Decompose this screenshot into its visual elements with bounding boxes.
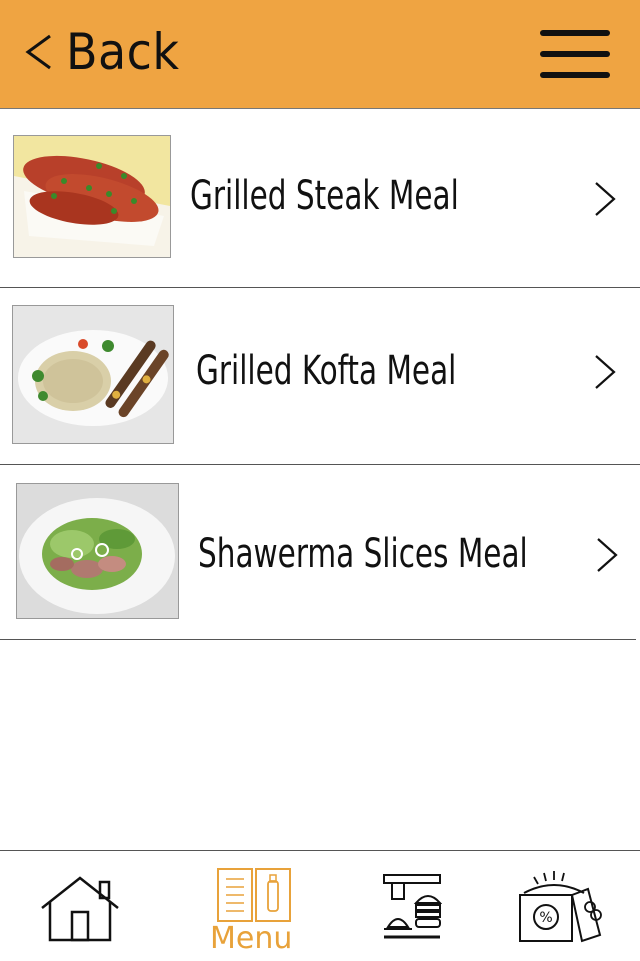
burger-service-icon: [383, 874, 442, 939]
chevron-right-icon: [595, 182, 616, 216]
meal-row-shawerma-slices[interactable]: Shawerma Slices Meal: [0, 465, 640, 639]
grilled-steak-photo: [13, 135, 171, 258]
tab-orders[interactable]: [370, 851, 460, 961]
chevron-left-icon: [25, 34, 51, 70]
chevron-right-icon: [597, 538, 618, 572]
back-button[interactable]: Back: [22, 22, 189, 82]
chevron-right-icon: [595, 355, 616, 389]
meal-row-grilled-kofta[interactable]: Grilled Kofta Meal: [0, 288, 640, 464]
meal-row-grilled-steak[interactable]: Grilled Steak Meal: [0, 109, 640, 287]
meal-name: Grilled Kofta Meal: [196, 348, 457, 394]
house-icon: [41, 876, 119, 942]
tab-menu-label: Menu: [210, 921, 293, 956]
bottom-tab-bar: Menu %: [0, 850, 640, 961]
hamburger-icon[interactable]: [540, 30, 610, 82]
top-bar: Back: [0, 0, 640, 109]
meal-name: Grilled Steak Meal: [190, 173, 459, 219]
tab-menu[interactable]: Menu: [200, 851, 310, 961]
tab-home[interactable]: [20, 851, 140, 961]
meal-name: Shawerma Slices Meal: [198, 531, 528, 577]
tab-offers[interactable]: %: [510, 851, 610, 961]
svg-text:%: %: [539, 910, 552, 926]
discount-gift-icon: %: [519, 871, 602, 943]
back-label: Back: [66, 23, 180, 81]
menu-book-icon: [217, 868, 291, 922]
shawerma-slices-photo: [16, 483, 179, 619]
grilled-kofta-photo: [12, 305, 174, 444]
divider: [0, 639, 636, 640]
